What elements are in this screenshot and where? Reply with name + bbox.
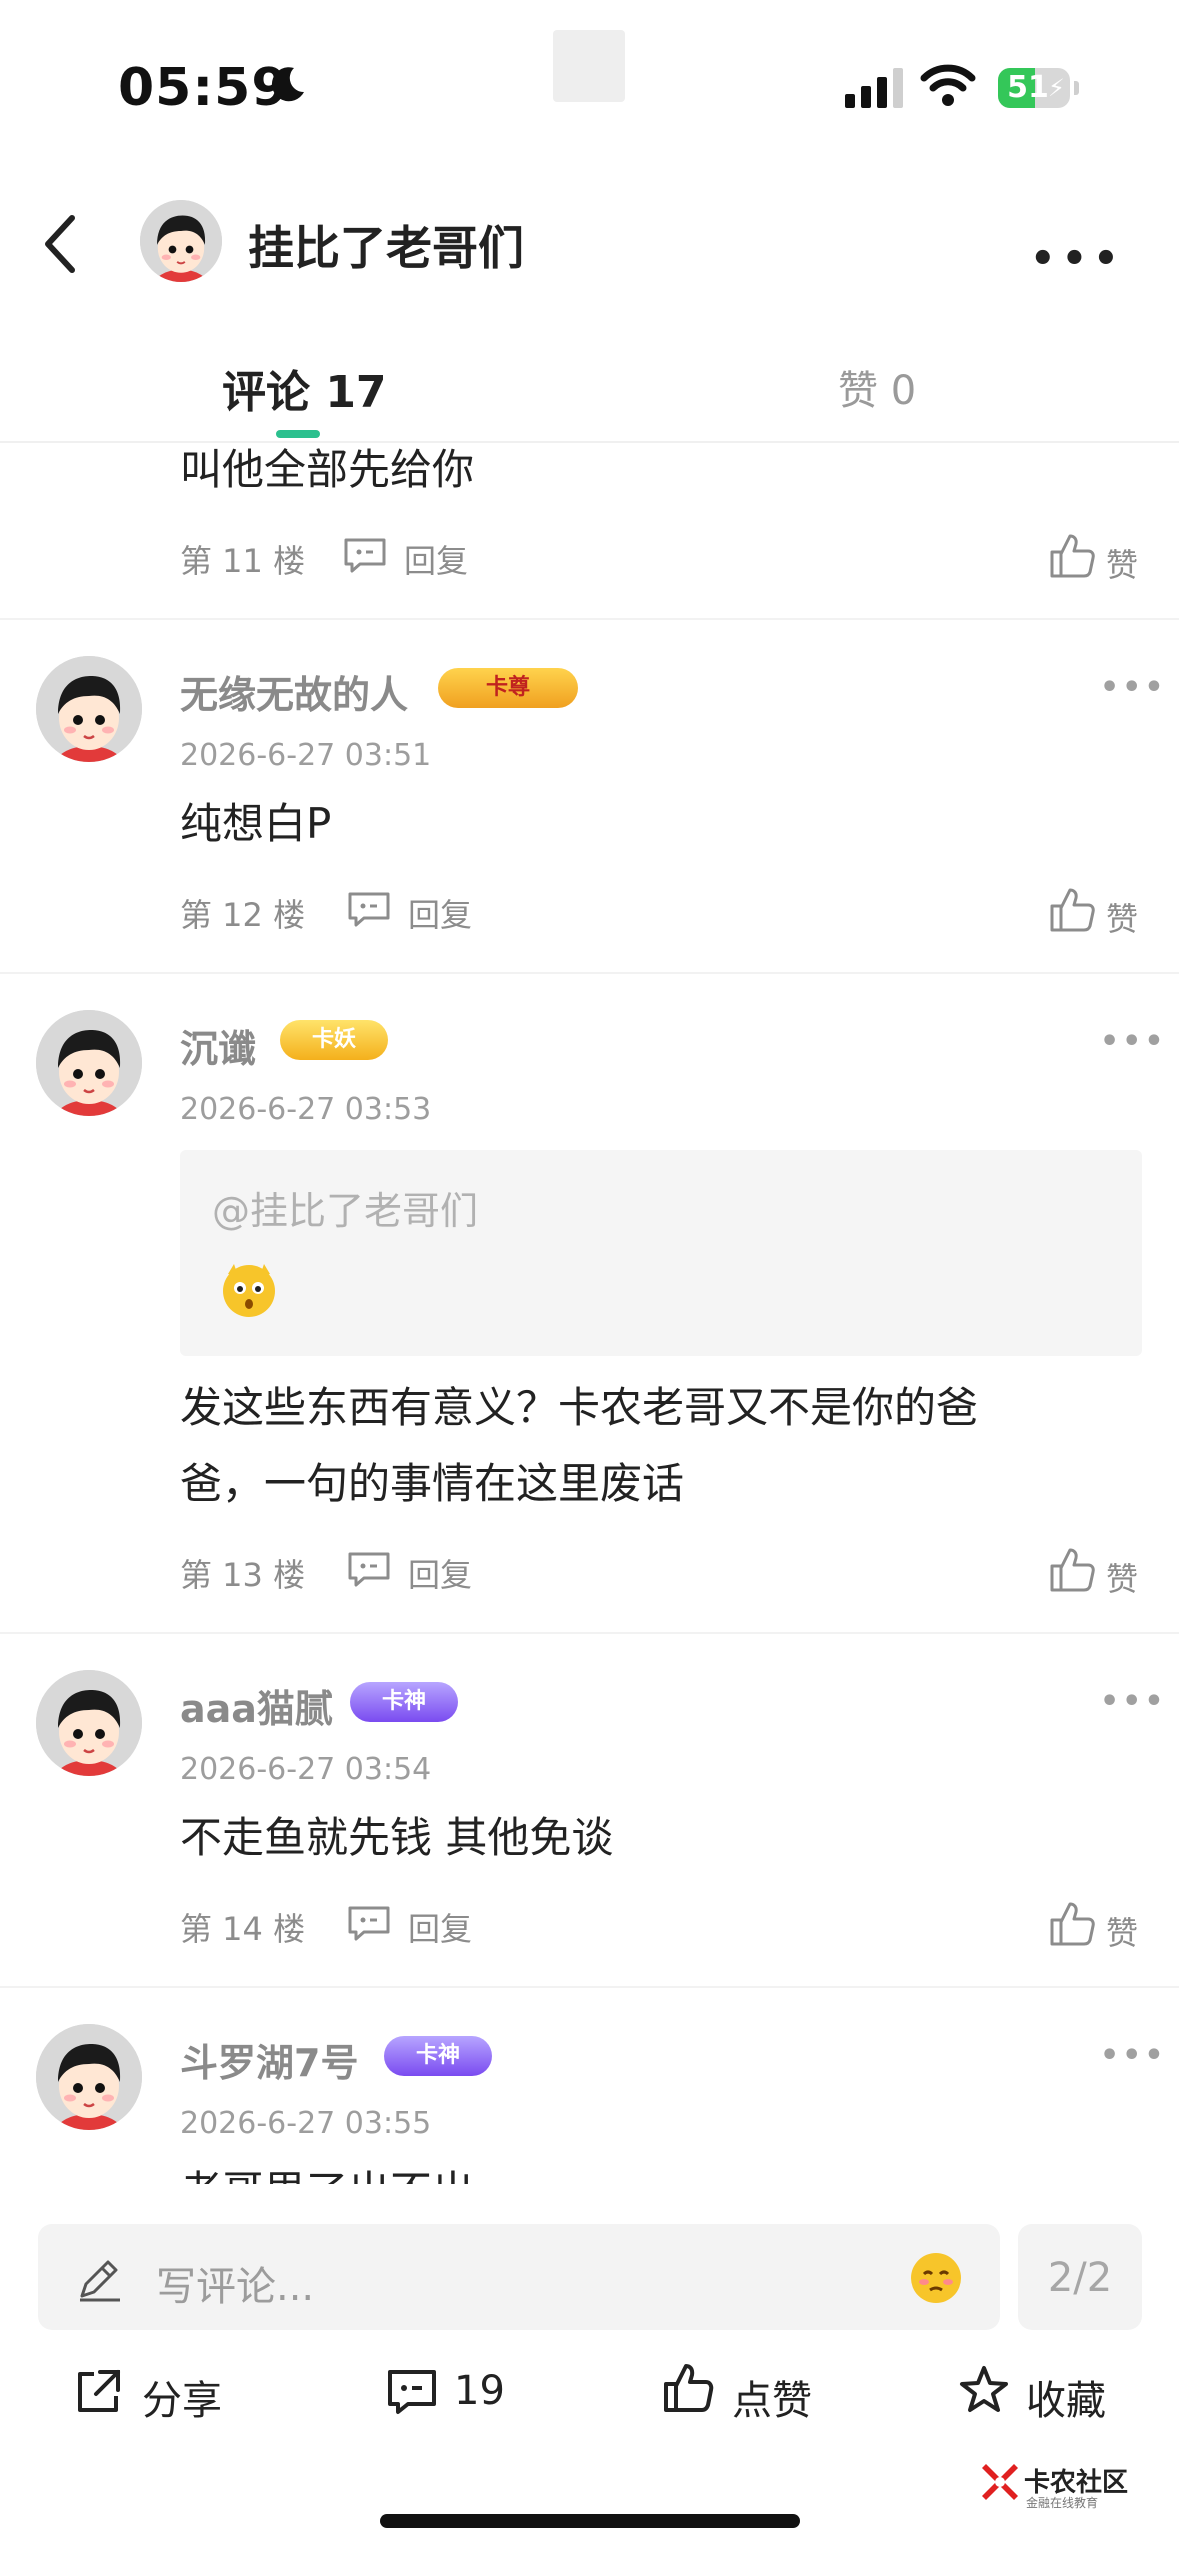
tabs-divider <box>0 441 1179 443</box>
floor-label: 第 12 楼 <box>180 896 306 934</box>
floor-label: 第 13 楼 <box>180 1556 306 1594</box>
comment-input[interactable]: 写评论... <box>156 2254 314 2312</box>
like-button[interactable]: 赞 <box>1106 894 1138 940</box>
like-button[interactable]: 赞 <box>1106 1554 1138 1600</box>
comment-text-line-2: 爸，一句的事情在这里废话 <box>180 1459 685 1508</box>
kanong-logo <box>982 2464 1018 2500</box>
like-icon[interactable] <box>1048 1546 1096 1594</box>
status-time: 05:59 <box>118 58 289 118</box>
avatar[interactable] <box>36 1670 142 1776</box>
comment-more-icon[interactable]: ••• <box>1100 1024 1167 1059</box>
username[interactable]: 沉谶 <box>180 1018 256 1073</box>
reply-icon[interactable] <box>346 1550 392 1588</box>
comment-time: 2026-6-27 03:54 <box>180 1752 432 1787</box>
charging-icon: ⚡ <box>1048 74 1065 102</box>
floor-label: 第 14 楼 <box>180 1910 306 1948</box>
reply-button[interactable]: 回复 <box>408 890 472 936</box>
favorite-button[interactable]: 收藏 <box>1026 2368 1106 2426</box>
back-arrow-icon[interactable] <box>40 212 80 276</box>
share-button[interactable]: 分享 <box>142 2368 222 2426</box>
page-title: 挂比了老哥们 <box>248 221 524 275</box>
like-button[interactable]: 赞 <box>1106 1908 1138 1954</box>
comment-more-icon[interactable]: ••• <box>1100 670 1167 705</box>
like-icon[interactable] <box>1048 1900 1096 1948</box>
like-icon[interactable] <box>1048 886 1096 934</box>
reply-button[interactable]: 回复 <box>408 1550 472 1596</box>
reply-icon[interactable] <box>342 536 388 574</box>
avatar[interactable] <box>36 2024 142 2130</box>
like-post-button[interactable]: 点赞 <box>732 2368 812 2426</box>
home-indicator[interactable] <box>380 2514 800 2528</box>
like-icon[interactable] <box>1048 532 1096 580</box>
comment-text: 老哥思了出不出 <box>180 2154 474 2184</box>
comment-text-line-1: 发这些东西有意义？卡农老哥又不是你的爸 <box>180 1383 979 1432</box>
moon-icon <box>271 67 304 102</box>
comment-more-icon[interactable]: ••• <box>1100 1684 1167 1719</box>
comment-count[interactable]: 19 <box>454 2368 505 2414</box>
more-options-icon[interactable]: ••• <box>1030 236 1125 282</box>
rank-badge: 卡神 <box>384 2036 492 2076</box>
reply-icon[interactable] <box>346 890 392 928</box>
avatar[interactable] <box>36 1010 142 1116</box>
rank-badge: 卡尊 <box>438 668 578 708</box>
share-icon[interactable] <box>72 2366 124 2418</box>
comment-text: 纯想白P <box>180 799 332 848</box>
comment-text: 不走鱼就先钱 其他免谈 <box>180 1813 614 1862</box>
surprised-emoji-icon <box>223 1264 275 1317</box>
comment-time: 2026-6-27 03:53 <box>180 1092 432 1127</box>
rank-badge: 卡神 <box>350 1682 458 1722</box>
comment-more-icon[interactable]: ••• <box>1100 2038 1167 2073</box>
pen-icon <box>80 2260 120 2302</box>
comment-divider <box>0 1986 1179 1988</box>
comment-icon[interactable] <box>386 2366 438 2418</box>
reply-icon[interactable] <box>346 1904 392 1942</box>
page-number: 2/2 <box>1047 2255 1113 2301</box>
avatar[interactable] <box>36 656 142 762</box>
username[interactable]: 无缘无故的人 <box>180 664 408 719</box>
quoted-user[interactable]: @挂比了老哥们 <box>212 1180 478 1235</box>
username[interactable]: aaa猫腻 <box>180 1678 333 1733</box>
tab-likes[interactable]: 赞 0 <box>838 358 916 416</box>
floor-label: 第 11 楼 <box>180 542 306 580</box>
tab-comments[interactable]: 评论 17 <box>222 356 387 420</box>
comment-time: 2026-6-27 03:55 <box>180 2106 432 2141</box>
comment-divider <box>0 972 1179 974</box>
comment-divider <box>0 618 1179 620</box>
rank-badge: 卡妖 <box>280 1020 388 1060</box>
camera-indicator <box>553 30 625 102</box>
star-icon[interactable] <box>958 2364 1010 2416</box>
cellular-signal-icon <box>845 68 903 108</box>
comment-time: 2026-6-27 03:51 <box>180 738 432 773</box>
like-button[interactable]: 赞 <box>1106 540 1138 586</box>
battery-indicator: 51 ⚡ <box>998 68 1080 108</box>
comment-text: 叫他全部先给你 <box>180 445 475 494</box>
thumbs-up-icon[interactable] <box>662 2362 714 2414</box>
header-avatar[interactable] <box>140 200 222 282</box>
clipped-comment-area: 老哥思了出不出 <box>0 2154 1179 2184</box>
reply-button[interactable]: 回复 <box>408 1904 472 1950</box>
wifi-icon <box>920 64 976 106</box>
reply-button[interactable]: 回复 <box>404 536 468 582</box>
comment-divider <box>0 1632 1179 1634</box>
watermark-sub: 金融在线教育 <box>1026 2496 1099 2510</box>
emoji-icon[interactable] <box>908 2250 964 2306</box>
username[interactable]: 斗罗湖7号 <box>180 2032 358 2087</box>
